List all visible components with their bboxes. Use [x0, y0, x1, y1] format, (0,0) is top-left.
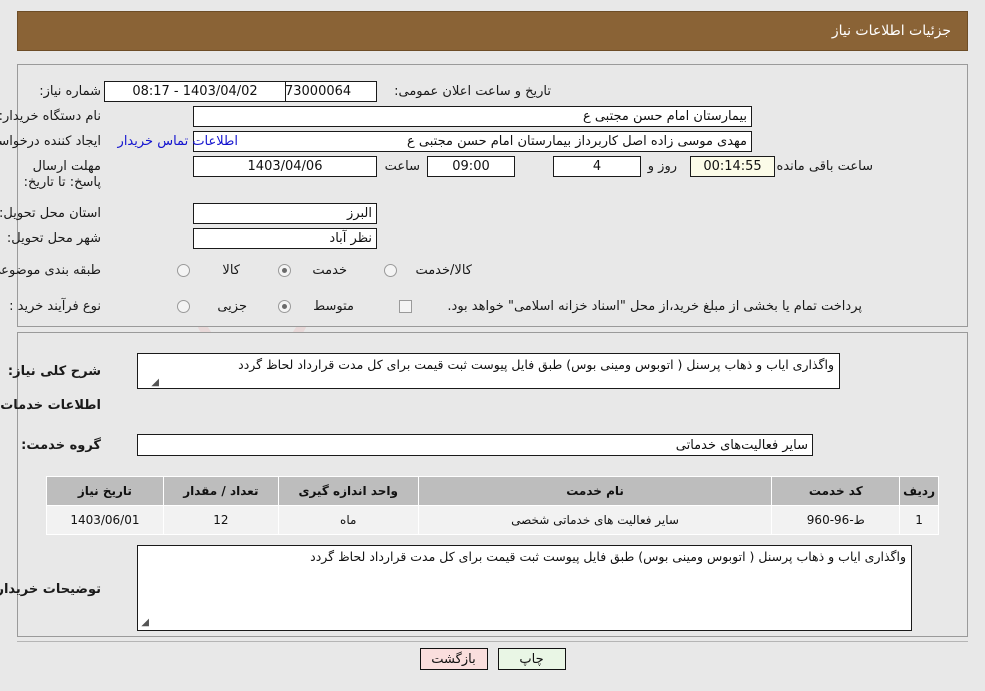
cell-name: سایر فعالیت های خدماتی شخصی [417, 505, 773, 535]
footer-buttons: بازگشت چاپ [0, 648, 985, 670]
radio-label-category-1[interactable]: خدمت [312, 263, 347, 279]
province-label: استان محل تحویل: [0, 206, 101, 221]
table-header-radif: ردیف [899, 476, 939, 506]
creator-label: ایجاد کننده درخواست: [0, 134, 101, 149]
treasury-checkbox-label[interactable]: پرداخت تمام یا بخشی از مبلغ خرید،از محل … [447, 299, 862, 315]
services-table: ردیف کد خدمت نام خدمت واحد اندازه گیری ت… [46, 476, 939, 535]
deadline-label: مهلت ارسال پاسخ: تا تاریخ: [23, 159, 101, 190]
table-row[interactable]: 1 ط-96-960 سایر فعالیت های خدماتی شخصی م… [46, 505, 939, 535]
cell-unit: ماه [277, 505, 419, 535]
need-info-panel [17, 64, 968, 327]
cell-need-date: 1403/06/01 [46, 505, 164, 535]
province-field[interactable]: البرز [193, 203, 377, 224]
deadline-date-field[interactable]: 1403/04/06 [193, 156, 377, 177]
remaining-days-label: روز و [647, 159, 677, 174]
table-header-quantity: تعداد / مقدار [162, 476, 279, 506]
deadline-time-label: ساعت [384, 159, 420, 174]
page-root: AriaTender.net جزئیات اطلاعات نیاز شماره… [0, 0, 985, 691]
radio-process-jozi[interactable] [177, 300, 190, 313]
radio-category-kala-khedmat[interactable] [384, 264, 397, 277]
announce-date-label: تاریخ و ساعت اعلان عمومی: [394, 84, 551, 99]
resize-grip-icon-comments[interactable]: ◣ [139, 617, 149, 628]
buyer-contact-link[interactable]: اطلاعات تماس خریدار [118, 134, 238, 149]
buyer-comments-textarea[interactable]: واگذاری ایاب و ذهاب پرسنل ( اتوبوس ومینی… [137, 545, 912, 631]
table-header-need-date: تاریخ نیاز [46, 476, 164, 506]
creator-field[interactable]: مهدی موسی زاده اصل کاربرداز بیمارستان ام… [193, 131, 752, 152]
table-header-code: کد خدمت [771, 476, 901, 506]
treasury-checkbox[interactable] [399, 300, 412, 313]
deadline-time-field[interactable]: 09:00 [427, 156, 515, 177]
service-group-label: گروه خدمت: [21, 438, 101, 453]
radio-label-category-2[interactable]: کالا/خدمت [415, 263, 472, 279]
table-header-row: ردیف کد خدمت نام خدمت واحد اندازه گیری ت… [46, 476, 939, 506]
services-section-title: اطلاعات خدمات مورد نیاز [0, 398, 101, 413]
buyer-org-label: نام دستگاه خریدار: [0, 109, 101, 124]
process-label: نوع فرآیند خرید : [9, 299, 101, 314]
announce-date-field[interactable]: 1403/04/02 - 08:17 [104, 81, 286, 102]
radio-category-kala[interactable] [177, 264, 190, 277]
cell-quantity: 12 [162, 505, 279, 535]
city-field[interactable]: نظر آباد [193, 228, 377, 249]
table-header-unit: واحد اندازه گیری [277, 476, 419, 506]
table-header-name: نام خدمت [417, 476, 773, 506]
footer-divider [17, 641, 968, 642]
service-group-field[interactable]: سایر فعالیت‌های خدماتی [137, 434, 813, 456]
buyer-comments-label: توضیحات خریدار: [0, 582, 101, 597]
page-title: جزئیات اطلاعات نیاز [17, 11, 968, 51]
category-label: طبقه بندی موضوعی: [0, 263, 101, 278]
back-button[interactable]: بازگشت [419, 648, 488, 670]
radio-process-motavaset[interactable] [278, 300, 291, 313]
countdown-label: ساعت باقی مانده [776, 159, 873, 174]
countdown-field: 00:14:55 [690, 156, 775, 177]
radio-label-process-1[interactable]: متوسط [313, 299, 354, 315]
need-summary-textarea[interactable]: واگذاری ایاب و ذهاب پرسنل ( اتوبوس ومینی… [137, 353, 840, 389]
buyer-org-field[interactable]: بیمارستان امام حسن مجتبی ع [193, 106, 752, 127]
print-button[interactable]: چاپ [497, 648, 566, 670]
need-number-label: شماره نیاز: [39, 84, 101, 99]
city-label: شهر محل تحویل: [6, 231, 101, 246]
radio-label-process-0[interactable]: جزیی [217, 299, 247, 315]
cell-code: ط-96-960 [771, 505, 901, 535]
radio-label-category-0[interactable]: کالا [222, 263, 240, 279]
page-title-text: جزئیات اطلاعات نیاز [831, 23, 951, 39]
radio-category-khedmat[interactable] [278, 264, 291, 277]
cell-radif: 1 [899, 505, 939, 535]
need-summary-label: شرح کلی نیاز: [7, 364, 101, 379]
resize-grip-icon[interactable]: ◣ [149, 377, 159, 388]
remaining-days-field[interactable]: 4 [553, 156, 641, 177]
